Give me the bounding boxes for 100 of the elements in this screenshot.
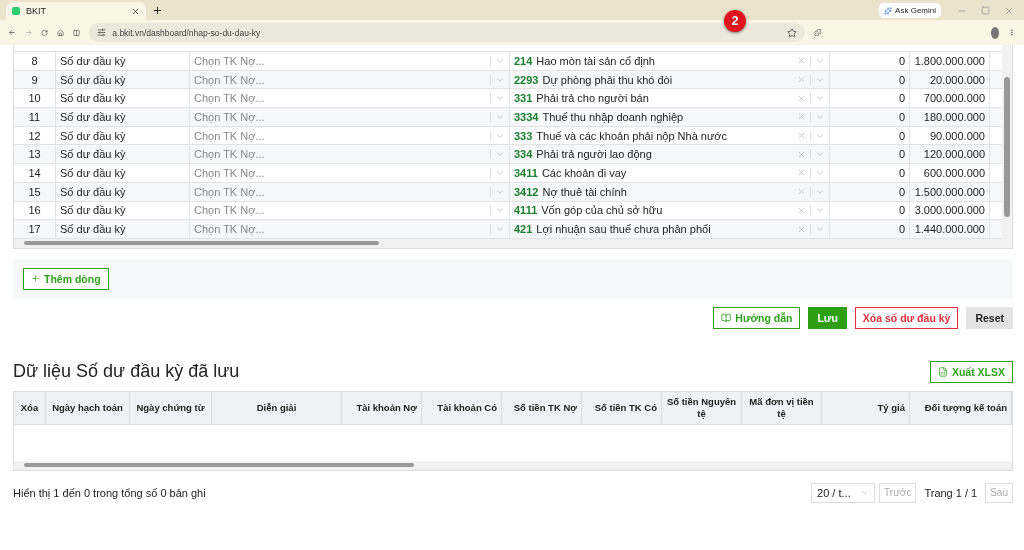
credit-account-select[interactable]: 2293 Dự phòng phải thu khó đòi — [510, 70, 830, 89]
reset-button[interactable]: Reset — [966, 306, 1013, 329]
debit-account-select[interactable]: Chọn TK Nợ... — [190, 220, 510, 238]
table-cell: 0 — [830, 108, 910, 126]
credit-account-select[interactable]: 333 Thuế và các khoản phải nộp Nhà nước — [510, 126, 830, 145]
table-cell: 180.000.000 — [910, 108, 990, 126]
add-row-button[interactable]: Thêm dòng — [23, 267, 109, 290]
table-cell: Số dư đầu kỳ — [56, 145, 190, 164]
clear-icon[interactable] — [797, 112, 806, 122]
table-cell: Số dư đầu kỳ — [56, 70, 190, 89]
clear-icon[interactable] — [797, 56, 806, 66]
profile-avatar[interactable] — [990, 26, 1000, 39]
credit-account-select[interactable]: 4111 Vốn góp của chủ sở hữu — [510, 201, 830, 220]
column-header: Mã đơn vị tiền tệ — [742, 391, 822, 424]
column-header: Số tiền TK Có — [582, 391, 662, 424]
scrollbar[interactable] — [14, 238, 1012, 248]
table-cell: 0 — [830, 201, 910, 220]
column-header: Tỷ giá — [822, 391, 910, 424]
column-header: Số tiền TK Nợ — [502, 391, 582, 424]
export-button[interactable]: Xuất XLSX — [929, 360, 1013, 383]
debit-account-select[interactable]: Chọn TK Nợ... — [190, 108, 510, 126]
column-header: Diễn giải — [212, 391, 342, 424]
column-header: Ngày chứng từ — [130, 391, 212, 424]
back-icon[interactable] — [8, 27, 16, 38]
close-icon — [131, 6, 140, 16]
table-cell: Số dư đầu kỳ — [56, 201, 190, 220]
credit-account-select[interactable]: 3412 Nợ thuê tài chính — [510, 182, 830, 201]
table-cell: Số dư đầu kỳ — [56, 164, 190, 182]
row-number: 17 — [14, 220, 56, 238]
reload-icon[interactable] — [41, 27, 49, 38]
debit-account-select[interactable]: Chọn TK Nợ... — [190, 89, 510, 108]
column-header: Ngày hạch toán — [46, 391, 130, 424]
debit-account-select[interactable]: Chọn TK Nợ... — [190, 70, 510, 89]
clear-icon[interactable] — [797, 149, 806, 159]
menu-icon[interactable] — [1008, 27, 1016, 38]
table-cell: 120.000.000 — [910, 145, 990, 164]
row-number: 10 — [14, 89, 56, 108]
row-number: 9 — [14, 70, 56, 89]
credit-account-select[interactable]: 3411 Các khoản đi vay — [510, 164, 830, 182]
debit-account-select[interactable]: Chọn TK Nợ... — [190, 182, 510, 201]
record-summary: Hiển thị 1 đến 0 trong tổng số 0 bản ghi — [13, 486, 207, 499]
table-cell: Số dư đầu kỳ — [56, 182, 190, 201]
clear-icon[interactable] — [797, 187, 806, 197]
extensions-icon[interactable] — [814, 27, 822, 38]
credit-account-select[interactable]: 214 Hao mòn tài sản cố định — [510, 52, 830, 70]
row-number: 8 — [14, 52, 56, 70]
table-cell: 20.000.000 — [910, 70, 990, 89]
maximize-icon[interactable] — [981, 6, 990, 15]
book-icon — [721, 312, 732, 323]
column-header: Tài khoản Có — [422, 391, 502, 424]
home-icon[interactable] — [57, 27, 65, 38]
table-cell: 0 — [830, 145, 910, 164]
table-cell: 0 — [830, 164, 910, 182]
debit-account-select[interactable]: Chọn TK Nợ... — [190, 164, 510, 182]
browser-tab[interactable]: BKIT — [6, 2, 146, 20]
previous-button[interactable]: Trước — [879, 482, 917, 503]
table-cell: 0 — [830, 126, 910, 145]
debit-account-select[interactable]: Chọn TK Nợ... — [190, 145, 510, 164]
section-title: Dữ liệu Số dư đầu kỳ đã lưu — [13, 361, 240, 383]
credit-account-select[interactable]: 334 Phải trả người lao động — [510, 145, 830, 164]
next-button[interactable]: Sau — [985, 482, 1013, 503]
save-button[interactable]: Lưu — [808, 306, 847, 329]
row-number: 15 — [14, 182, 56, 201]
clear-icon[interactable] — [797, 224, 806, 234]
debit-account-select[interactable]: Chọn TK Nợ... — [190, 52, 510, 70]
row-number: 12 — [14, 126, 56, 145]
column-header: Tài khoản Nợ — [342, 391, 422, 424]
clear-icon[interactable] — [797, 75, 806, 85]
close-icon[interactable] — [1004, 6, 1014, 16]
credit-account-select[interactable]: 3334 Thuế thu nhập doanh nghiệp — [510, 108, 830, 126]
plus-icon — [31, 274, 40, 284]
debit-account-select[interactable]: Chọn TK Nợ... — [190, 126, 510, 145]
table-cell: Số dư đầu kỳ — [56, 126, 190, 145]
credit-account-select[interactable]: 331 Phải trả cho người bán — [510, 89, 830, 108]
row-number: 13 — [14, 145, 56, 164]
clear-icon[interactable] — [797, 205, 806, 215]
split-view-icon[interactable] — [73, 27, 81, 38]
forward-icon[interactable] — [24, 27, 33, 38]
clear-icon[interactable] — [797, 168, 806, 178]
page-size-select[interactable]: 20 / t... — [811, 482, 876, 503]
table-cell: Số dư đầu kỳ — [56, 52, 190, 70]
table-cell: 1.800.000.000 — [910, 52, 990, 70]
table-cell: 1.500.000.000 — [910, 182, 990, 201]
table-cell: 3.000.000.000 — [910, 201, 990, 220]
debit-account-select[interactable]: Chọn TK Nợ... — [190, 201, 510, 220]
tab-title: BKIT — [26, 6, 47, 16]
credit-account-select[interactable]: 421 Lợi nhuận sau thuế chưa phân phối — [510, 220, 830, 238]
delete-button[interactable]: Xóa số dư đầu kỳ — [854, 306, 959, 329]
favicon-icon — [12, 7, 20, 15]
page-indicator: Trang 1 / 1 — [924, 486, 978, 499]
clear-icon[interactable] — [797, 131, 806, 141]
scrollbar[interactable] — [14, 460, 1012, 470]
new-tab-icon[interactable] — [152, 5, 163, 16]
clear-icon[interactable] — [797, 93, 806, 103]
bookmark-icon[interactable] — [787, 27, 798, 38]
guide-button[interactable]: Hướng dẫn — [713, 306, 801, 329]
table-cell: 1.440.000.000 — [910, 220, 990, 238]
gemini-button[interactable]: Ask Gemini — [879, 3, 941, 18]
row-number: 14 — [14, 164, 56, 182]
scrollbar[interactable] — [1002, 45, 1012, 239]
